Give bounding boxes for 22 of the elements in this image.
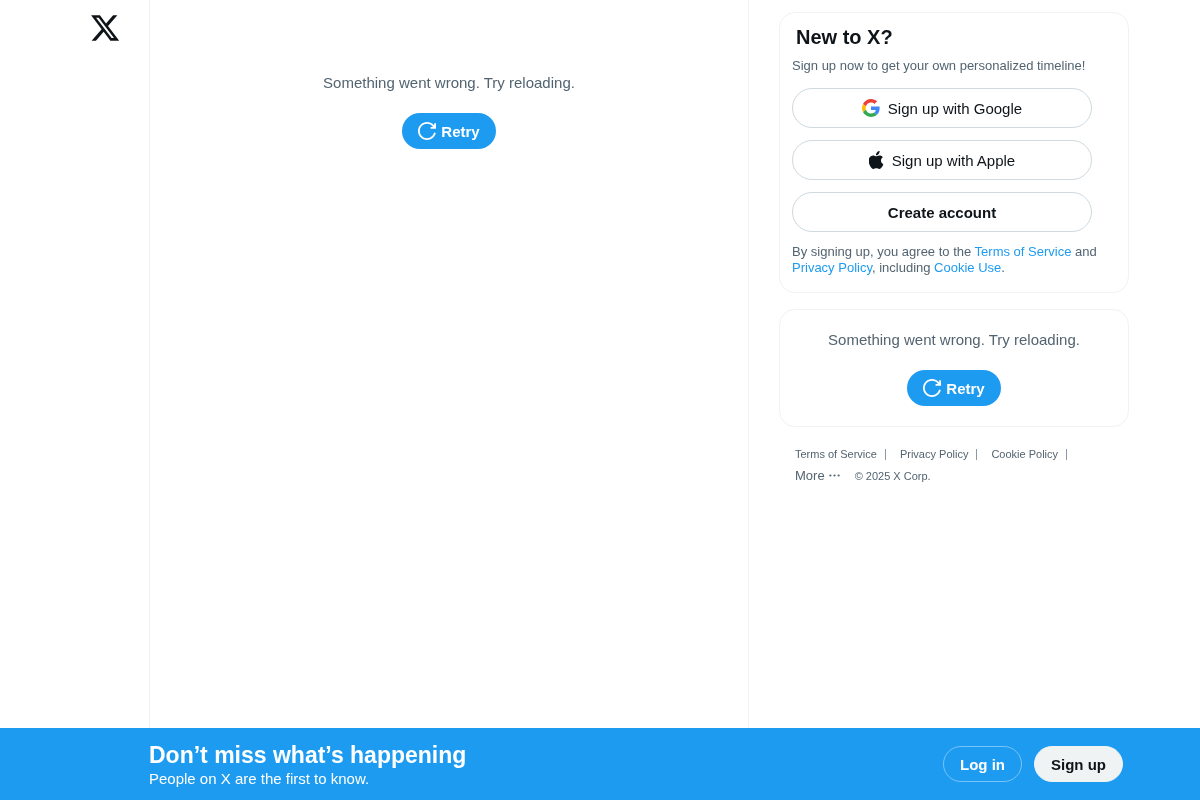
google-g-icon <box>861 99 880 117</box>
card-subtitle: Sign up now to get your own personalized timeline! <box>792 58 1087 74</box>
more-button[interactable]: More <box>795 468 840 483</box>
sign-up-button[interactable]: Sign up <box>1034 746 1123 782</box>
signup-button[interactable]: Sign up with Google <box>792 88 1092 128</box>
error-message: Something went wrong. Try reloading. <box>828 330 1080 349</box>
x-logo-icon[interactable] <box>91 15 119 41</box>
card-title: New to X? <box>796 25 894 49</box>
banner-title: Don’t miss what’s happening <box>149 740 467 769</box>
footer-link[interactable]: Terms of Service <box>795 447 877 461</box>
footer-link[interactable]: Privacy Policy <box>899 447 969 461</box>
signup-button[interactable]: Sign up with Apple <box>792 140 1092 180</box>
footer-link[interactable]: Cookie Policy <box>991 447 1059 461</box>
ellipsis-icon <box>828 474 840 477</box>
refresh-icon <box>923 379 942 397</box>
copyright-text: © 2025 X Corp. <box>854 469 931 482</box>
signup-button[interactable]: Create account <box>792 192 1092 232</box>
error-message: Something went wrong. Try reloading. <box>323 73 575 92</box>
legal-notice: By signing up, you agree to the Terms of Service and Privacy Policy, including Cookie Use. <box>792 244 1098 276</box>
apple-icon <box>868 150 884 170</box>
refresh-icon <box>418 122 437 140</box>
banner-subtitle: People on X are the first to know. <box>149 768 371 788</box>
